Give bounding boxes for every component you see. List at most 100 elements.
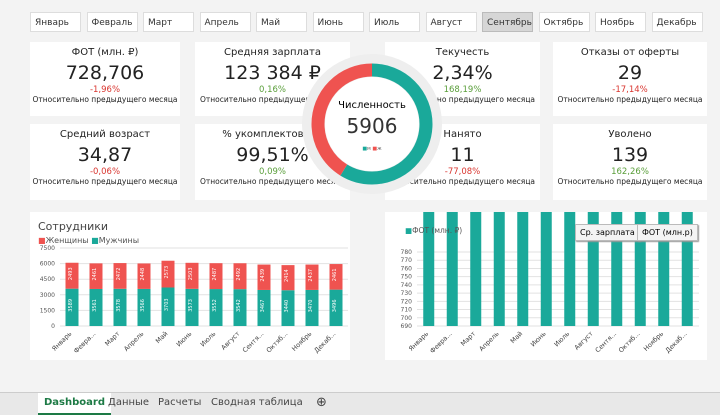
x-tick-label: Июль [553, 330, 572, 349]
data-label: 2448 [140, 268, 146, 281]
tab-calculations[interactable]: Расчеты [152, 393, 207, 413]
y-tick-label: 4500 [40, 276, 55, 283]
x-tick-label: Август [220, 330, 242, 352]
bar [540, 0, 552, 326]
data-label: 2439 [260, 269, 266, 282]
avg-salary-button[interactable]: Ср. зарплата [575, 224, 640, 241]
y-tick-label: 770 [401, 257, 413, 264]
kpi-value: 34,87 [77, 144, 133, 166]
y-tick-label: 740 [401, 282, 413, 289]
y-tick-label: 6000 [40, 261, 55, 268]
chart-legend: ■ФОТ (млн. ₽) [405, 226, 463, 235]
data-label: 2492 [236, 268, 242, 281]
y-tick-label: 0 [51, 323, 55, 330]
legend-women: Женщины [45, 236, 89, 245]
y-tick-label: 1500 [40, 307, 55, 314]
data-label: 3542 [236, 299, 242, 312]
x-tick-label: Июнь [175, 330, 194, 349]
kpi-change: -0,06% [89, 167, 121, 177]
donut-legend: ■м ■ж [362, 146, 382, 152]
x-tick-label: Декаб... [313, 330, 338, 355]
headcount-donut: Численность 5906 ■м ■ж [302, 54, 442, 194]
data-label: 2472 [116, 268, 122, 281]
data-label: 3573 [188, 299, 194, 312]
data-label: 3467 [260, 300, 266, 313]
kpi-subtitle: Относительно предыдущего месяца [32, 177, 178, 186]
data-label: 2461 [92, 268, 98, 281]
kpi-change: 162,26% [611, 167, 649, 177]
employees-chart-panel: Сотрудники ■Женщины ■Мужчины 0 1500 3000 45… [30, 212, 350, 360]
legend-men: м [367, 146, 371, 152]
x-tick-label: Февра... [72, 330, 97, 355]
x-tick-label: Июль [199, 330, 218, 349]
month-button[interactable]: Ноябрь [595, 12, 646, 32]
data-label: 2503 [188, 267, 194, 280]
month-button[interactable]: Январь [30, 12, 81, 32]
kpi-subtitle: Относительно предыдущего месяца [557, 177, 703, 186]
data-label: 2573 [164, 266, 170, 279]
x-tick-label: Сентя... [241, 330, 266, 355]
kpi-value: 29 [617, 62, 643, 84]
month-button[interactable]: Апрель [199, 12, 251, 32]
legend-men: Мужчины [98, 236, 140, 245]
tab-pivot-table[interactable]: Сводная таблица [205, 393, 309, 413]
kpi-card: Уволено 139 162,26% Относительно предыдущег… [553, 124, 707, 200]
kpi-card: ФОТ (млн. ₽) 728,706 -1,96% Относительно пр… [30, 42, 180, 116]
data-label: 3496 [332, 299, 338, 312]
data-label: 2437 [308, 269, 314, 282]
data-label: 3440 [284, 300, 290, 313]
headcount-value: 5906 [346, 114, 398, 138]
x-tick-label: Сентя... [594, 330, 619, 355]
month-button[interactable]: Февраль [86, 12, 138, 32]
x-tick-label: Апрель [477, 330, 500, 353]
x-tick-label: Октяб... [617, 330, 642, 355]
x-tick-label: Февра... [428, 330, 453, 355]
kpi-change: -17,14% [612, 85, 648, 95]
month-button[interactable]: Март [143, 12, 194, 32]
month-button[interactable]: Октябрь [538, 12, 590, 32]
x-tick-label: Март [459, 330, 477, 348]
kpi-change: -1,96% [89, 85, 121, 95]
bar [517, 0, 529, 326]
x-tick-label: Январь [50, 330, 73, 353]
y-tick-label: 710 [401, 307, 413, 314]
x-tick-label: Май [154, 330, 169, 345]
month-button[interactable]: Сентябрь [482, 12, 533, 32]
data-label: 3589 [68, 299, 74, 312]
data-label: 2461 [332, 268, 338, 281]
month-button[interactable]: Май [256, 12, 307, 32]
x-tick-label: Май [509, 330, 524, 345]
employees-bar-chart: 0 1500 3000 4500 6000 7500 3589 2493 Январь 3561 2… [40, 245, 348, 355]
kpi-value: 728,706 [65, 62, 145, 84]
kpi-title: Уволено [608, 129, 652, 140]
headcount-title: Численность [338, 100, 406, 111]
month-button[interactable]: Июль [369, 12, 420, 32]
add-sheet-icon[interactable]: ⊕ [310, 393, 333, 413]
y-tick-label: 720 [401, 298, 413, 305]
tab-dashboard[interactable]: Dashboard [38, 393, 111, 415]
x-tick-label: Март [103, 330, 121, 348]
x-tick-label: Октяб... [265, 330, 290, 355]
data-label: 3566 [140, 299, 146, 312]
month-button[interactable]: Август [425, 12, 477, 32]
x-tick-label: Апрель [122, 330, 145, 353]
kpi-value: 139 [611, 144, 649, 166]
fot-button[interactable]: ФОТ (млн.р) [637, 224, 698, 241]
x-tick-label: Август [573, 330, 595, 352]
bar [470, 0, 482, 326]
x-tick-label: Декаб... [664, 330, 689, 355]
chart-legend: ■Женщины ■Мужчины [38, 236, 140, 245]
data-label: 3578 [116, 299, 122, 312]
bar [564, 0, 576, 326]
kpi-subtitle: Относительно предыдущего месяца [32, 95, 178, 104]
data-label: 2487 [212, 268, 218, 281]
kpi-card: Отказы от оферты 29 -17,14% Относительно пр… [553, 42, 707, 116]
kpi-title: Средний возраст [59, 129, 151, 140]
fot-chart-panel: ■ФОТ (млн. ₽) Ср. зарплата ФОТ (млн.р) 6… [385, 0, 707, 360]
tab-data[interactable]: Данные [102, 393, 155, 413]
data-label: 3552 [212, 299, 218, 312]
month-button[interactable]: Июнь [312, 12, 364, 32]
data-label: 2493 [68, 267, 74, 280]
month-button[interactable]: Декабрь [651, 12, 703, 32]
x-tick-label: Июнь [529, 330, 548, 349]
